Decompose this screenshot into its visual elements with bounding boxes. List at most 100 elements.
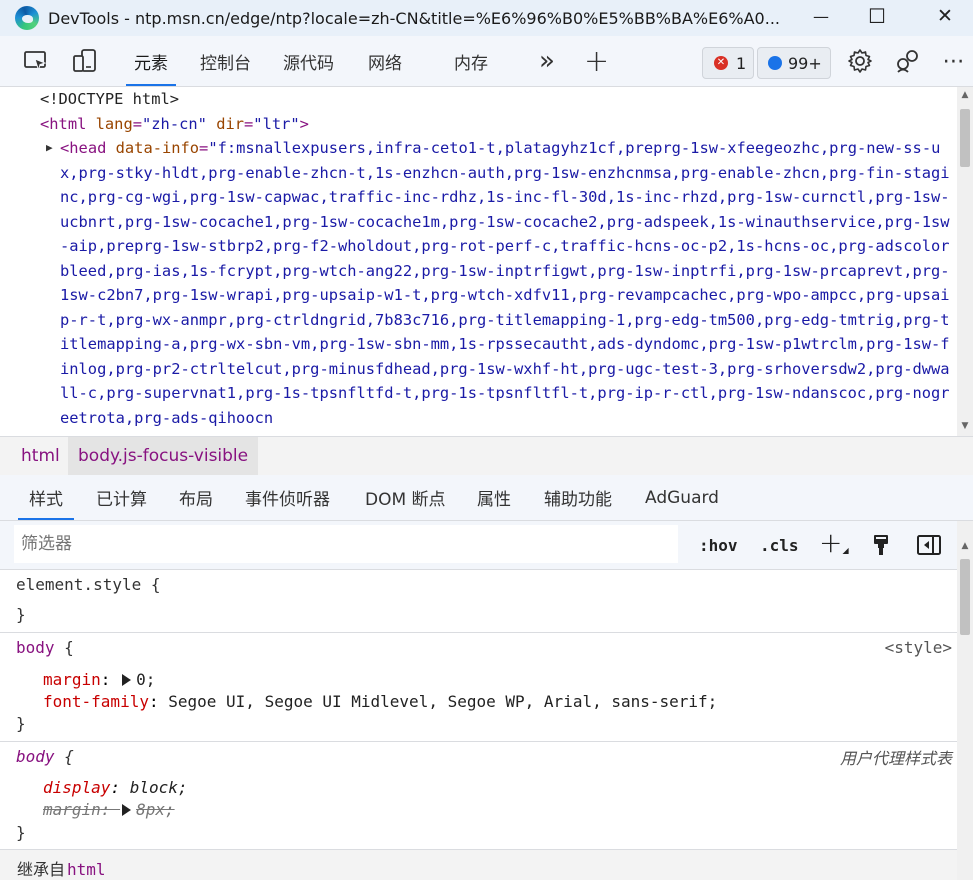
property-value: Segoe UI, Segoe UI Midlevel, Segoe WP, A… bbox=[168, 692, 718, 711]
close-window-button[interactable]: ✕ bbox=[917, 0, 973, 32]
tab-label: 布局 bbox=[179, 490, 213, 510]
styles-filter-bar: :hov .cls +◢ bbox=[0, 521, 957, 570]
minimize-button[interactable]: — bbox=[793, 0, 849, 32]
close-brace: } bbox=[16, 714, 26, 733]
dom-scrollbar[interactable]: ▲ ▼ bbox=[957, 87, 973, 436]
tab-label: 内存 bbox=[454, 53, 488, 74]
add-tab-button[interactable]: + bbox=[584, 36, 609, 86]
css-property[interactable]: margin: 0; bbox=[43, 670, 155, 689]
css-property: display: block; bbox=[43, 778, 188, 797]
more-tabs-button[interactable]: » bbox=[539, 36, 555, 86]
attr-name: data-info bbox=[115, 139, 200, 157]
breadcrumb-body[interactable]: body.js-focus-visible bbox=[68, 437, 259, 475]
cls-label: .cls bbox=[760, 535, 799, 555]
tab-label: 控制台 bbox=[200, 53, 251, 74]
inspect-element-icon[interactable] bbox=[23, 48, 49, 74]
window-title: DevTools - ntp.msn.cn/edge/ntp?locale=zh… bbox=[48, 8, 780, 28]
hov-button[interactable]: :hov bbox=[699, 531, 738, 559]
attr-value: ltr bbox=[262, 114, 291, 133]
rule-selector[interactable]: body { bbox=[16, 638, 74, 657]
dom-node-head[interactable]: ▶ <head data-info="f:msnallexpusers,infr… bbox=[10, 136, 955, 430]
rule-origin: 用户代理样式表 bbox=[839, 749, 952, 768]
tag-name: html bbox=[49, 114, 87, 133]
attr-name: dir bbox=[216, 114, 244, 133]
plus-icon: + bbox=[584, 43, 610, 79]
rule-origin-link[interactable]: <style> bbox=[885, 638, 952, 657]
filter-input[interactable] bbox=[14, 525, 678, 563]
tab-label: DOM 断点 bbox=[365, 490, 446, 510]
gear-icon[interactable] bbox=[847, 48, 873, 74]
breadcrumb-html[interactable]: html bbox=[11, 437, 70, 475]
device-toolbar-icon[interactable] bbox=[72, 48, 98, 74]
more-icon[interactable]: ⋯ bbox=[941, 48, 967, 74]
tab-layout[interactable]: 布局 bbox=[179, 475, 213, 520]
property-value: 0; bbox=[136, 670, 156, 689]
scroll-down-icon[interactable]: ▼ bbox=[960, 421, 970, 431]
inherited-section: 继承自 html bbox=[0, 850, 957, 880]
expand-triangle-icon[interactable]: ▶ bbox=[46, 136, 53, 161]
tab-dom-breakpoints[interactable]: DOM 断点 bbox=[365, 475, 446, 520]
tab-computed[interactable]: 已计算 bbox=[96, 475, 147, 520]
breadcrumb-label: body.js-focus-visible bbox=[78, 446, 249, 466]
tab-adguard[interactable]: AdGuard bbox=[645, 475, 719, 520]
errors-badge[interactable]: ✕ 1 bbox=[702, 47, 754, 79]
close-brace: } bbox=[16, 605, 26, 624]
issues-badge[interactable]: 99+ bbox=[757, 47, 831, 79]
more-tabs-icon: » bbox=[539, 46, 555, 76]
inherited-element-link[interactable]: html bbox=[67, 860, 106, 879]
scrollbar-thumb[interactable] bbox=[960, 559, 970, 635]
selector-text: body bbox=[16, 747, 55, 766]
title-bar: DevTools - ntp.msn.cn/edge/ntp?locale=zh… bbox=[0, 0, 973, 36]
close-icon: ✕ bbox=[937, 5, 953, 27]
property-name: margin bbox=[43, 800, 101, 819]
breadcrumb-label: html bbox=[21, 446, 60, 466]
selector-text: element.style bbox=[16, 575, 142, 594]
tab-properties[interactable]: 属性 bbox=[477, 475, 511, 520]
rule-body-user-agent: body { 用户代理样式表 display: block; margin: 8… bbox=[0, 741, 957, 850]
devtools-toolbar: 元素 控制台 源代码 网络 内存 » + ✕ 1 99+ ⋯ bbox=[0, 36, 973, 87]
rule-selector[interactable]: element.style { bbox=[16, 575, 161, 594]
expand-triangle-icon[interactable] bbox=[122, 674, 132, 686]
tab-label: 源代码 bbox=[283, 53, 334, 74]
scroll-up-icon[interactable]: ▲ bbox=[960, 541, 970, 551]
new-style-rule-button[interactable]: + ◢ bbox=[819, 525, 849, 559]
tab-accessibility[interactable]: 辅助功能 bbox=[544, 475, 612, 520]
property-value: block; bbox=[129, 778, 188, 797]
selector-text: body bbox=[16, 638, 55, 657]
property-name: display bbox=[43, 778, 111, 797]
toggle-sidebar-icon[interactable] bbox=[916, 532, 942, 558]
dom-node-html[interactable]: <html lang="zh-cn" dir="ltr"> bbox=[10, 112, 955, 137]
scroll-up-icon[interactable]: ▲ bbox=[960, 90, 970, 100]
cls-button[interactable]: .cls bbox=[760, 531, 799, 559]
expand-triangle-icon[interactable] bbox=[122, 804, 132, 816]
tab-memory[interactable]: 内存 bbox=[454, 36, 488, 86]
maximize-button[interactable]: ☐ bbox=[849, 0, 905, 32]
rule-selector: body { bbox=[16, 747, 74, 766]
issues-count: 99+ bbox=[788, 53, 822, 73]
corner-triangle-icon: ◢ bbox=[842, 545, 849, 555]
tab-label: 辅助功能 bbox=[544, 490, 612, 510]
tab-sources[interactable]: 源代码 bbox=[283, 36, 334, 86]
tab-styles[interactable]: 样式 bbox=[18, 475, 74, 520]
styles-rules: element.style { } body { <style> margin:… bbox=[0, 569, 957, 880]
customize-icon[interactable] bbox=[895, 48, 921, 74]
attr-name: lang bbox=[95, 114, 133, 133]
close-brace: } bbox=[16, 823, 26, 842]
css-property-overridden: margin: 8px; bbox=[43, 800, 175, 819]
tab-network[interactable]: 网络 bbox=[368, 36, 402, 86]
styles-scrollbar[interactable]: ▲ bbox=[957, 521, 973, 880]
tab-label: 属性 bbox=[477, 490, 511, 510]
breadcrumb: html body.js-focus-visible bbox=[0, 436, 973, 476]
tab-event-listeners[interactable]: 事件侦听器 bbox=[245, 475, 330, 520]
tab-console[interactable]: 控制台 bbox=[200, 36, 251, 86]
plus-icon: + bbox=[819, 525, 843, 559]
tab-elements[interactable]: 元素 bbox=[126, 36, 176, 86]
scrollbar-thumb[interactable] bbox=[960, 109, 970, 167]
rule-body-author: body { <style> margin: 0; font-family: S… bbox=[0, 632, 957, 742]
edge-logo-icon bbox=[15, 6, 39, 30]
property-name: font-family bbox=[43, 692, 149, 711]
css-property[interactable]: font-family: Segoe UI, Segoe UI Midlevel… bbox=[43, 692, 717, 711]
tag-name: head bbox=[69, 139, 107, 157]
paint-icon[interactable] bbox=[868, 532, 894, 558]
inherited-label: 继承自 bbox=[17, 860, 66, 879]
